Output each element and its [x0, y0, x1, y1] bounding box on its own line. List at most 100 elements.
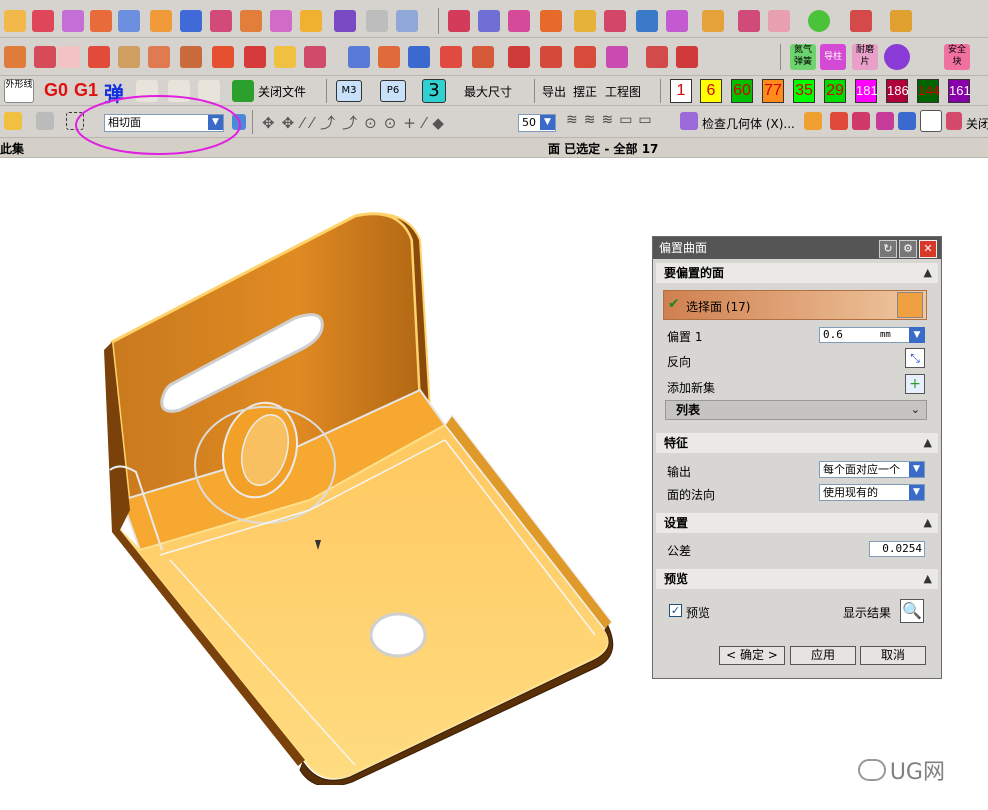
- chamfer-icon[interactable]: [478, 10, 500, 32]
- m3-button[interactable]: M3: [336, 80, 362, 102]
- gas-spring-button[interactable]: 氮气弹簧: [790, 44, 816, 70]
- sweep-icon[interactable]: [90, 10, 112, 32]
- ok-button[interactable]: < 确定 >: [719, 646, 785, 665]
- copy-icon[interactable]: [212, 46, 234, 68]
- book-icon[interactable]: [180, 10, 202, 32]
- pattern-icon[interactable]: [604, 10, 626, 32]
- grid-icon[interactable]: [850, 10, 872, 32]
- mirror-icon[interactable]: [574, 10, 596, 32]
- g0-button[interactable]: G0: [44, 80, 68, 101]
- cancel-button[interactable]: 取消: [860, 646, 926, 665]
- section-settings[interactable]: 设置 ▲: [656, 513, 938, 533]
- layer-number-button[interactable]: 181: [855, 79, 878, 103]
- patch-icon[interactable]: [768, 10, 790, 32]
- flip-icon[interactable]: [88, 46, 110, 68]
- rib-icon[interactable]: [508, 46, 530, 68]
- fork-icon[interactable]: [676, 46, 698, 68]
- analysis-icons[interactable]: ≋≋≋▭▭: [566, 112, 658, 128]
- max-size-button[interactable]: 最大尺寸: [464, 83, 512, 100]
- drawing-button[interactable]: 工程图: [605, 83, 641, 100]
- wear-plate-button[interactable]: 耐磨片: [852, 44, 878, 70]
- p6-button[interactable]: P6: [380, 80, 406, 102]
- unite-icon[interactable]: [636, 10, 658, 32]
- layer-number-button[interactable]: 144: [917, 79, 940, 103]
- section-preview[interactable]: 预览 ▲: [656, 569, 938, 589]
- close-icon[interactable]: ✕: [919, 240, 937, 258]
- layer-number-button[interactable]: 29: [824, 79, 846, 103]
- trim-icon[interactable]: [270, 10, 292, 32]
- bounded-plane-icon[interactable]: [240, 10, 262, 32]
- add-new-set-icon[interactable]: +: [905, 374, 925, 394]
- pocket-icon[interactable]: [408, 46, 430, 68]
- cube-icon[interactable]: [304, 46, 326, 68]
- hole-icon[interactable]: [348, 46, 370, 68]
- surface-icon[interactable]: [62, 10, 84, 32]
- normal-icon[interactable]: [876, 112, 894, 130]
- show-result-magnifier-icon[interactable]: 🔍: [900, 599, 924, 623]
- tolerance-input[interactable]: 0.0254: [869, 541, 925, 557]
- face-normal-select[interactable]: 使用现有的 ▼: [819, 484, 925, 501]
- split-icon[interactable]: [244, 46, 266, 68]
- radius-icon[interactable]: [920, 110, 942, 132]
- section-feature[interactable]: 特征 ▲: [656, 433, 938, 453]
- layer-number-button[interactable]: 186: [886, 79, 909, 103]
- bridge-icon[interactable]: [210, 10, 232, 32]
- check-geometry-icon[interactable]: [680, 112, 698, 130]
- stack-icon[interactable]: [702, 10, 724, 32]
- reverse-direction-icon[interactable]: ⤡: [905, 348, 925, 368]
- box-icon[interactable]: [366, 10, 388, 32]
- layer-number-button[interactable]: 161: [948, 79, 971, 103]
- revolve-icon[interactable]: [34, 46, 56, 68]
- scale-icon[interactable]: [118, 46, 140, 68]
- bracket-part[interactable]: [100, 210, 620, 785]
- move-icon[interactable]: [180, 46, 202, 68]
- export-button[interactable]: 导出: [542, 83, 566, 100]
- rotate-icon[interactable]: [148, 46, 170, 68]
- outline-line-button[interactable]: 外形线: [4, 79, 34, 103]
- layer-number-button[interactable]: 1: [670, 79, 692, 103]
- layer-number-button[interactable]: 6: [700, 79, 722, 103]
- layer-number-button[interactable]: 77: [762, 79, 784, 103]
- draft-icon[interactable]: [508, 10, 530, 32]
- curvature-icon[interactable]: [830, 112, 848, 130]
- sphere-icon[interactable]: [808, 10, 830, 32]
- select-face-row[interactable]: ✔ 选择面 (17): [663, 290, 927, 320]
- groove-icon[interactable]: [472, 46, 494, 68]
- gap-icon[interactable]: [852, 112, 870, 130]
- cross-icon[interactable]: [646, 46, 668, 68]
- face-cube-icon[interactable]: [897, 292, 923, 318]
- sew-icon[interactable]: [738, 10, 760, 32]
- slope-icon[interactable]: [898, 112, 916, 130]
- list-toggle[interactable]: 列表 ⌄: [665, 400, 927, 420]
- safety-block-button[interactable]: 安全块: [944, 44, 970, 70]
- section-faces-to-offset[interactable]: 要偏置的面 ▲: [656, 263, 938, 283]
- mesh-icon[interactable]: [118, 10, 140, 32]
- curve-icon[interactable]: [32, 10, 54, 32]
- blend-icon[interactable]: [448, 10, 470, 32]
- subtract-icon[interactable]: [666, 10, 688, 32]
- boss-icon[interactable]: [378, 46, 400, 68]
- hook-icon[interactable]: [606, 46, 628, 68]
- lip-icon[interactable]: [540, 46, 562, 68]
- layer-number-button[interactable]: 60: [731, 79, 753, 103]
- folder-icon[interactable]: [274, 46, 296, 68]
- close-file-button[interactable]: 关闭文件: [258, 83, 306, 100]
- profile-icon[interactable]: [58, 46, 80, 68]
- deviation-icon[interactable]: [804, 112, 822, 130]
- offset-icon[interactable]: [334, 10, 356, 32]
- dots-icon[interactable]: [884, 44, 910, 70]
- reset-icon[interactable]: ↻: [879, 240, 897, 258]
- slot-icon[interactable]: [440, 46, 462, 68]
- settings-gear-icon[interactable]: ⚙: [899, 240, 917, 258]
- thicken-icon[interactable]: [396, 10, 418, 32]
- offset-dropdown-icon[interactable]: ▼: [909, 327, 925, 343]
- close-button[interactable]: 关闭: [966, 115, 988, 132]
- snap-icon[interactable]: [36, 112, 54, 130]
- output-select[interactable]: 每个面对应一个 ▼: [819, 461, 925, 478]
- select-filter-icon[interactable]: [4, 112, 22, 130]
- align-button[interactable]: 摆正: [573, 83, 597, 100]
- apply-button[interactable]: 应用: [790, 646, 856, 665]
- extend-icon[interactable]: [300, 10, 322, 32]
- layer-number-button[interactable]: 35: [793, 79, 815, 103]
- count-select[interactable]: 50 ▼: [518, 114, 556, 132]
